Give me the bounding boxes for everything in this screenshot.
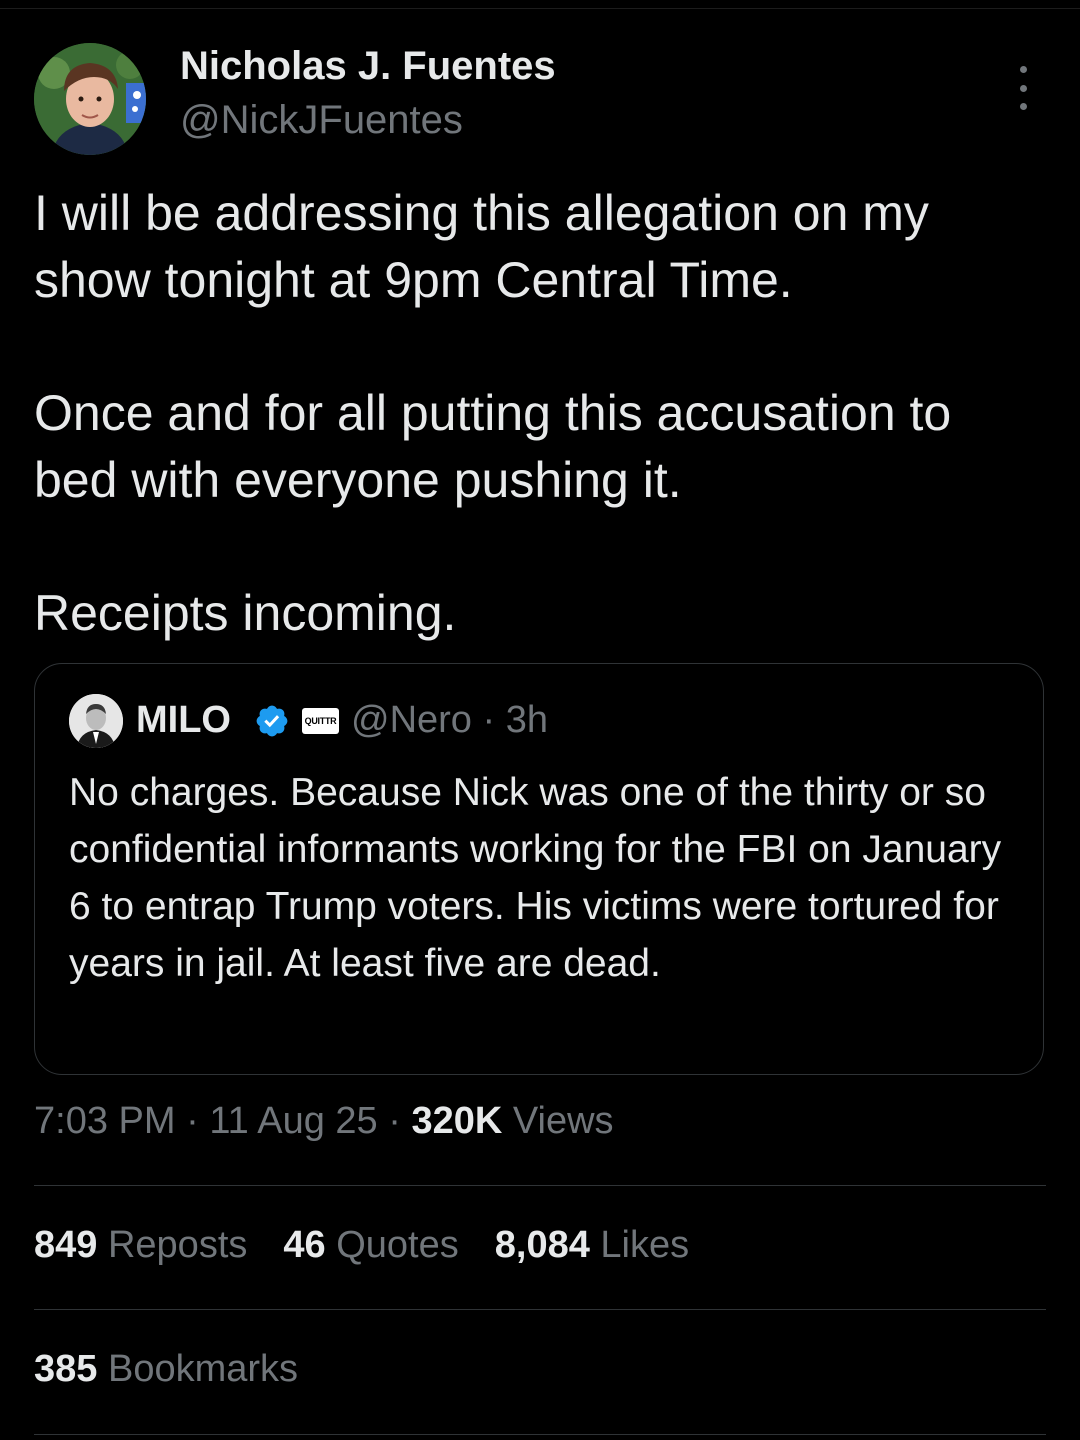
- views-count: 320K: [411, 1100, 503, 1142]
- dot-separator: ·: [186, 1100, 199, 1142]
- quoted-tweet-card[interactable]: MILO QUITTR @Nero · 3h No charges. Becau…: [34, 663, 1044, 1075]
- divider: [34, 1434, 1046, 1435]
- bookmarks-stat[interactable]: 385 Bookmarks: [34, 1348, 298, 1391]
- views-label: Views: [512, 1100, 614, 1142]
- tweet-time[interactable]: 7:03 PM: [34, 1100, 176, 1142]
- likes-count: 8,084: [494, 1224, 590, 1266]
- verified-badge-icon: [256, 705, 288, 737]
- reposts-stat[interactable]: 849 Reposts: [34, 1224, 247, 1267]
- bookmarks-label: Bookmarks: [107, 1348, 299, 1390]
- tweet-paragraph: I will be addressing this allegation on …: [34, 185, 929, 308]
- quotes-label: Quotes: [336, 1224, 459, 1266]
- reposts-count: 849: [34, 1224, 98, 1266]
- top-divider: [0, 8, 1080, 9]
- divider: [34, 1185, 1046, 1186]
- bookmarks-count: 385: [34, 1348, 98, 1390]
- more-vertical-icon-dot: [1019, 103, 1027, 110]
- quoted-tweet-text: No charges. Because Nick was one of the …: [69, 771, 1002, 985]
- quoted-handle[interactable]: @Nero: [351, 699, 472, 741]
- more-vertical-icon-dot: [1019, 84, 1027, 92]
- author-name[interactable]: Nicholas J. Fuentes: [180, 44, 556, 89]
- author-avatar[interactable]: [34, 43, 146, 155]
- tweet-meta: 7:03 PM · 11 Aug 25 · 320K Views: [34, 1100, 614, 1143]
- tweet-paragraph: Receipts incoming.: [34, 585, 457, 641]
- dot-separator: ·: [388, 1100, 401, 1142]
- divider: [34, 1309, 1046, 1310]
- engagement-stats: 849 Reposts 46 Quotes 8,084 Likes: [34, 1224, 689, 1267]
- author-handle[interactable]: @NickJFuentes: [180, 98, 463, 143]
- quotes-stat[interactable]: 46 Quotes: [283, 1224, 458, 1267]
- more-vertical-icon: [1019, 66, 1027, 73]
- avatar-image: [34, 43, 146, 155]
- tweet-paragraph: Once and for all putting this accusation…: [34, 385, 952, 508]
- quoted-avatar-image: [69, 694, 123, 748]
- quoted-author-avatar[interactable]: [69, 694, 123, 748]
- likes-stat[interactable]: 8,084 Likes: [495, 1224, 689, 1267]
- likes-label: Likes: [600, 1224, 690, 1266]
- quoted-meta: @Nero · 3h: [351, 699, 548, 742]
- tweet-date[interactable]: 11 Aug 25: [209, 1100, 377, 1142]
- more-options-button[interactable]: [1006, 66, 1040, 110]
- quoted-timestamp[interactable]: 3h: [506, 699, 548, 741]
- quoted-author-name[interactable]: MILO: [136, 699, 231, 742]
- affiliate-badge-icon: QUITTR: [302, 708, 339, 734]
- quotes-count: 46: [283, 1224, 326, 1266]
- dot-separator: ·: [482, 699, 496, 741]
- reposts-label: Reposts: [107, 1224, 248, 1266]
